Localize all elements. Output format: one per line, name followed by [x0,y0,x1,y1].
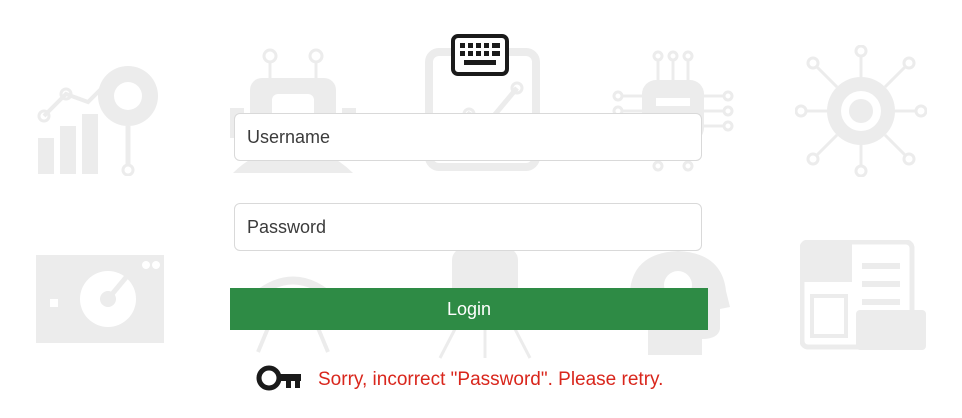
keyboard-icon [451,33,509,81]
password-input[interactable] [234,203,702,251]
ai-brain-circuit-icon [795,45,927,177]
login-button-label: Login [446,298,492,319]
disk-drive-icon [36,255,164,345]
ai-document-icon [800,240,928,352]
username-input[interactable] [234,113,702,161]
login-button[interactable]: Login [230,288,708,330]
error-text: Sorry, incorrect "Password". Please retr… [318,369,664,390]
analytics-gear-icon [36,58,171,176]
keyboard-toggle-button[interactable] [449,33,511,81]
key-icon [256,364,302,397]
error-message: Sorry, incorrect "Password". Please retr… [256,364,663,396]
